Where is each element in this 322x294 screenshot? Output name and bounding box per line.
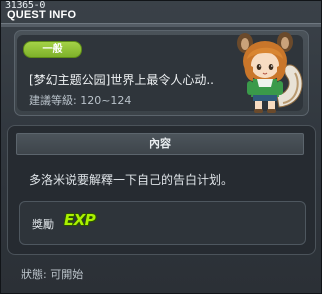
content-section-title: 內容 [16,133,304,155]
window-title: QUEST INFO [7,9,77,21]
reward-box [19,201,306,245]
quest-description: 多洛米说要解釋一下自己的告白计划。 [29,173,234,187]
title-divider [1,23,321,27]
recommended-level: 建議等級: 120~124 [29,94,132,107]
quest-type-badge: 一般 [23,41,82,58]
npc-portrait-icon [237,32,303,113]
quest-name: [梦幻主题公园]世界上最令人心动.. [29,73,214,87]
reward-label: 獎勵 [32,218,54,231]
exp-reward-icon: EXP [64,211,96,229]
quest-info-window: 31365-0 QUEST INFO 一般 [梦幻主题公园]世界上最令人心动..… [0,0,322,294]
quest-status: 狀態: 可開始 [21,268,84,281]
